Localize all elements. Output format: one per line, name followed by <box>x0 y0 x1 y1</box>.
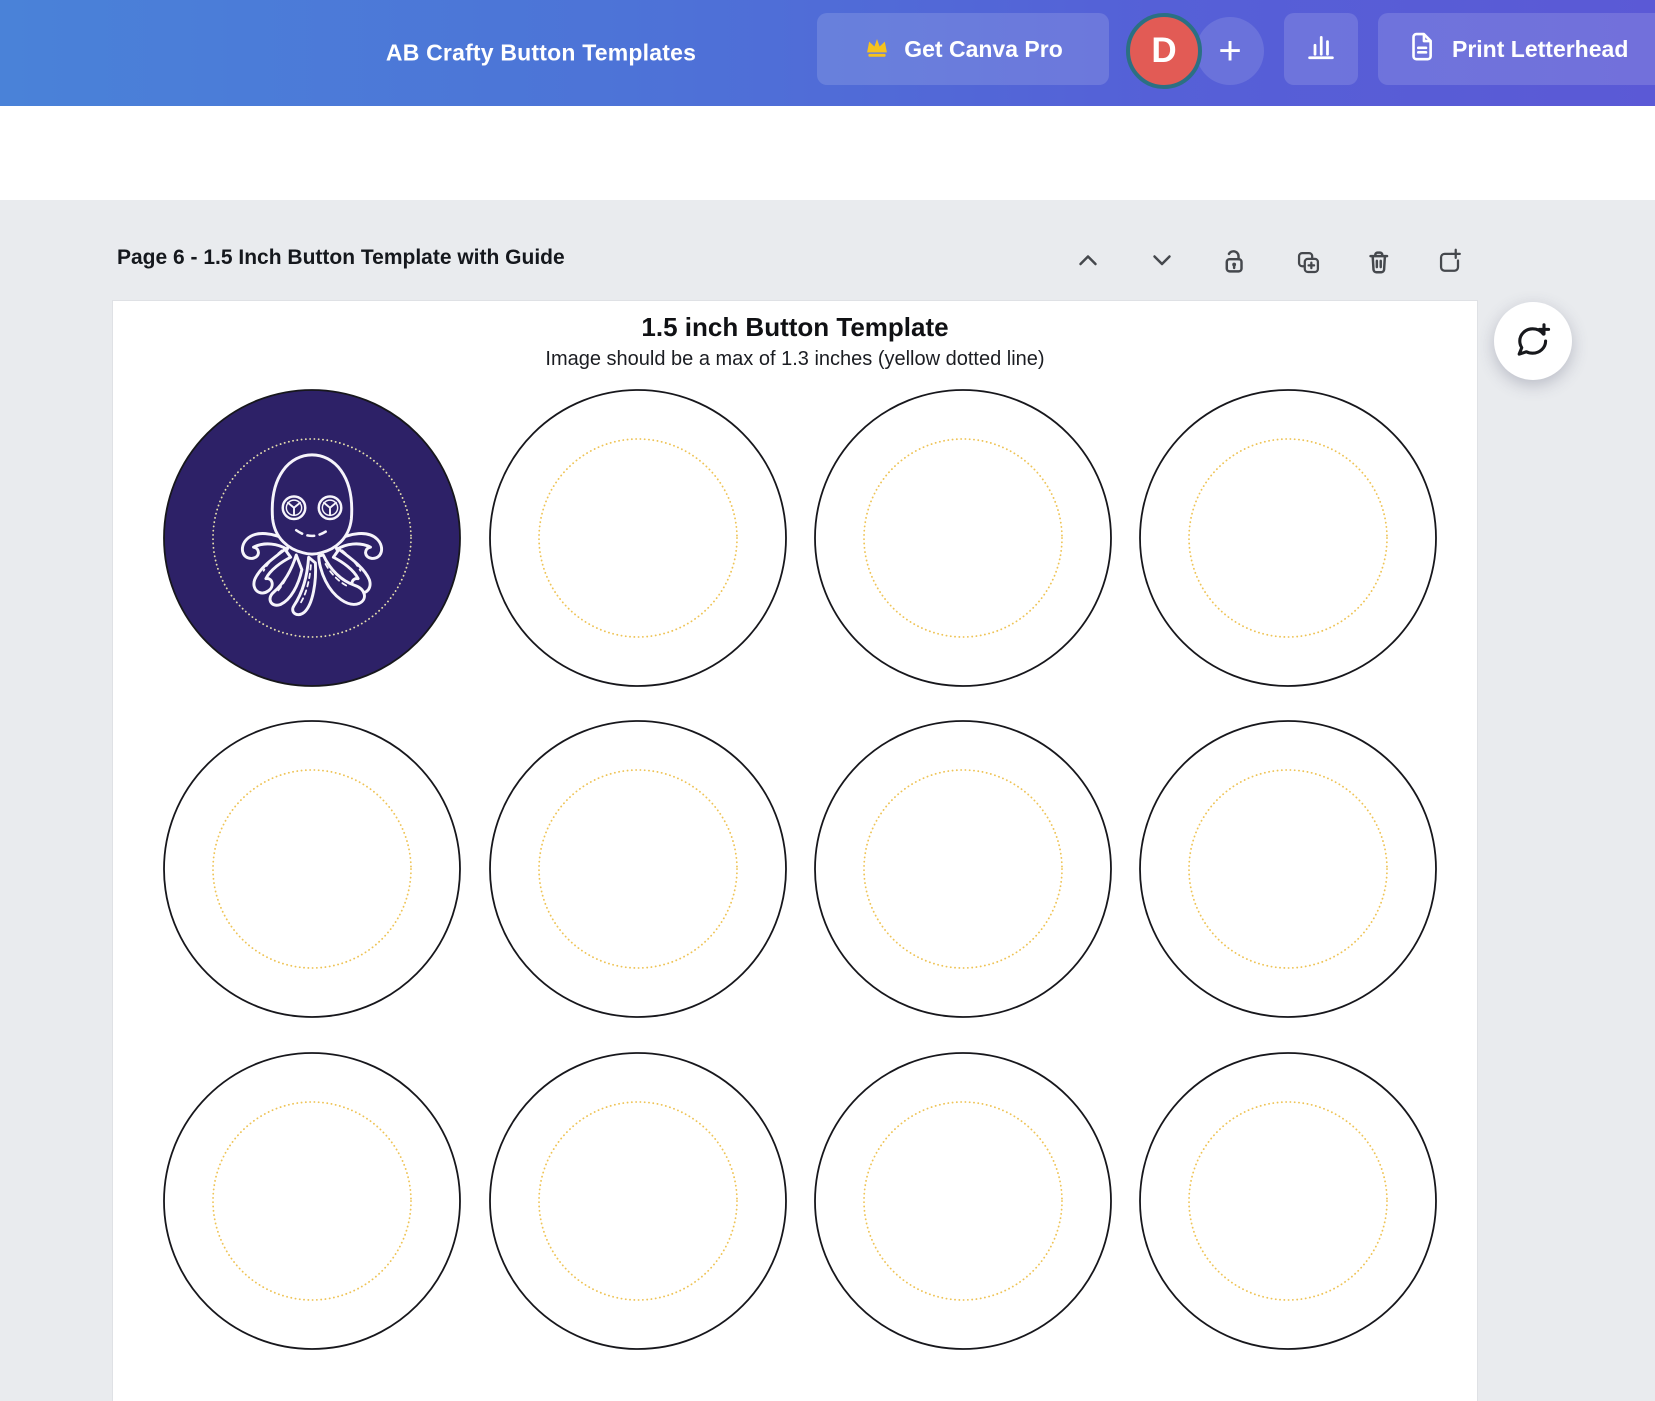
template-heading[interactable]: 1.5 inch Button Template <box>113 312 1477 343</box>
duplicate-page-icon <box>1297 251 1319 273</box>
button-outline-circles <box>163 720 461 1018</box>
get-canva-pro-label: Get Canva Pro <box>904 35 1063 62</box>
document-icon <box>1404 29 1438 69</box>
button-outline-circles <box>489 389 787 687</box>
page-label[interactable]: Page 6 - 1.5 Inch Button Template with G… <box>117 246 565 270</box>
add-comment-icon <box>1517 323 1551 356</box>
canva-editor: { "topbar": { "title": "AB Crafty Button… <box>0 0 1655 1401</box>
get-canva-pro-button[interactable]: Get Canva Pro <box>817 13 1109 85</box>
print-letterhead-label: Print Letterhead <box>1452 35 1629 62</box>
move-page-up-button[interactable] <box>1071 243 1105 277</box>
button-template-cell[interactable] <box>1138 1051 1438 1351</box>
move-page-down-button[interactable] <box>1145 243 1179 277</box>
print-letterhead-button[interactable]: Print Letterhead <box>1378 13 1655 85</box>
plus-icon: + <box>1218 29 1242 73</box>
button-outline-circles <box>163 1052 461 1350</box>
button-template-cell[interactable] <box>813 1051 1113 1351</box>
button-template-cell[interactable] <box>488 719 788 1019</box>
button-template-cell[interactable] <box>488 388 788 688</box>
secondary-toolbar <box>0 106 1655 200</box>
chevron-up-icon <box>1079 255 1097 266</box>
button-outline-circles <box>814 1052 1112 1350</box>
button-outline-circles <box>489 1052 787 1350</box>
button-template-cell[interactable] <box>813 388 1113 688</box>
duplicate-page-button[interactable] <box>1288 243 1322 277</box>
design-title[interactable]: AB Crafty Button Templates <box>386 40 696 67</box>
add-member-button[interactable]: + <box>1196 17 1264 85</box>
button-template-cell-filled[interactable] <box>162 388 462 688</box>
crown-icon <box>863 32 891 66</box>
button-outline-circles <box>814 720 1112 1018</box>
button-template-cell[interactable] <box>1138 388 1438 688</box>
button-outline-circles <box>1139 1052 1437 1350</box>
button-outline-circles <box>489 720 787 1018</box>
trash-icon <box>1368 250 1388 273</box>
top-bar: AB Crafty Button Templates Get Canva Pro… <box>0 0 1655 106</box>
avatar-initial: D <box>1151 31 1177 70</box>
add-page-button[interactable] <box>1430 243 1464 277</box>
button-template-cell[interactable] <box>162 1051 462 1351</box>
add-comment-button[interactable] <box>1494 302 1572 380</box>
unlock-icon <box>1225 249 1243 273</box>
button-template-cell[interactable] <box>1138 719 1438 1019</box>
button-outline-circles <box>1139 720 1437 1018</box>
bar-chart-icon <box>1303 29 1339 70</box>
template-subheading[interactable]: Image should be a max of 1.3 inches (yel… <box>113 348 1477 371</box>
button-template-cell[interactable] <box>162 719 462 1019</box>
user-avatar[interactable]: D <box>1126 13 1202 89</box>
insights-button[interactable] <box>1284 13 1358 85</box>
chevron-down-icon <box>1153 255 1171 266</box>
button-outline-circles <box>1139 389 1437 687</box>
lock-page-button[interactable] <box>1216 243 1250 277</box>
button-outline-circles <box>814 389 1112 687</box>
octopus-plush-illustration <box>240 453 384 617</box>
add-page-icon <box>1439 248 1461 272</box>
design-page[interactable]: 1.5 inch Button Template Image should be… <box>113 301 1477 1401</box>
delete-page-button[interactable] <box>1360 243 1394 277</box>
button-template-cell[interactable] <box>813 719 1113 1019</box>
button-template-cell[interactable] <box>488 1051 788 1351</box>
